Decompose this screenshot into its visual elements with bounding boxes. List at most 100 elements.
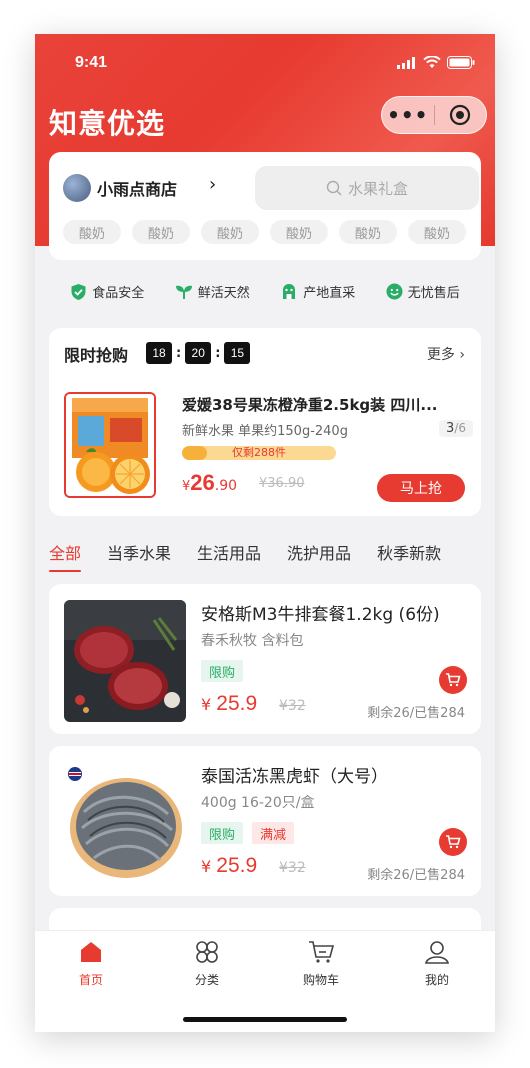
flash-price: ¥26.90 [182, 470, 237, 496]
flash-product-desc: 新鲜水果 单果约150g-240g [182, 424, 348, 439]
product-old-price: ¥32 [279, 698, 306, 714]
store-avatar[interactable] [63, 174, 91, 202]
app-title: 知意优选 [49, 107, 166, 140]
price-value: 25.9 [216, 692, 258, 715]
tab-all[interactable]: 全部 [49, 540, 82, 572]
feature-label: 鲜活天然 [197, 286, 250, 301]
wifi-icon [423, 56, 441, 68]
product-name[interactable]: 安格斯M3牛排套餐1.2kg (6份) [201, 600, 440, 625]
tab-autumn-new[interactable]: 秋季新款 [377, 540, 441, 564]
shield-check-icon [71, 283, 86, 300]
countdown-seconds: 15 [224, 342, 251, 364]
product-old-price: ¥32 [279, 860, 306, 876]
tab-toiletries[interactable]: 洗护用品 [287, 540, 351, 564]
orange-product-image[interactable] [64, 392, 156, 498]
countdown-separator: : [215, 345, 221, 361]
shrimp-product-image[interactable] [64, 762, 186, 884]
product-badges: 限购 [201, 660, 244, 682]
price-decimal: .90 [214, 478, 238, 494]
feature-label: 产地直采 [303, 286, 356, 301]
limit-badge: 限购 [201, 822, 244, 844]
store-card: 小雨点商店 › 水果礼盒 酸奶 酸奶 酸奶 酸奶 酸奶 酸奶 [49, 152, 481, 260]
tag-chip[interactable]: 酸奶 [339, 220, 397, 244]
flash-product-name[interactable]: 爱媛38号果冻橙净重2.5kg装 四川... [182, 394, 467, 415]
tag-chip[interactable]: 酸奶 [63, 220, 121, 244]
countdown-minutes: 20 [185, 342, 212, 364]
product-desc: 400g 16-20只/盒 [201, 795, 315, 811]
steak-illustration [64, 600, 186, 722]
shop-icon [283, 283, 296, 299]
more-link[interactable]: 更多 › [427, 344, 465, 364]
search-placeholder: 水果礼盒 [347, 179, 408, 198]
tab-daily-goods[interactable]: 生活用品 [197, 540, 261, 564]
status-bar: 9:41 [35, 34, 495, 94]
countdown-timer: 18 : 20 : 15 [146, 342, 251, 364]
search-icon [326, 180, 342, 196]
target-icon [450, 104, 471, 126]
signal-icon [397, 56, 415, 69]
tab-home[interactable]: 首页 [51, 939, 131, 988]
discount-badge: 满减 [252, 822, 295, 844]
product-name[interactable]: 泰国活冻黑虎虾（大号） [201, 762, 388, 787]
tab-me[interactable]: 我的 [397, 939, 477, 988]
tab-label: 首页 [78, 973, 103, 987]
status-icons [397, 56, 475, 69]
chevron-right-icon[interactable]: › [209, 174, 216, 195]
feature-label: 食品安全 [92, 286, 145, 301]
feature-aftersale: 无忧售后 [386, 282, 460, 301]
price-value: 25.9 [216, 854, 258, 877]
mini-program-capsule: ••• [381, 96, 487, 134]
cart-icon [309, 941, 335, 963]
tag-chip[interactable]: 酸奶 [270, 220, 328, 244]
tab-label: 购物车 [302, 973, 339, 987]
tag-chip[interactable]: 酸奶 [408, 220, 466, 244]
smile-icon [386, 283, 403, 300]
search-input[interactable]: 水果礼盒 [255, 166, 479, 210]
shrimp-illustration [64, 762, 186, 884]
feature-strip: 食品安全 鲜活天然 产地直采 无忧售后 [35, 282, 495, 301]
product-card[interactable]: 泰国活冻黑虎虾（大号） 400g 16-20只/盒 限购 满减 ¥ 25.9 ¥… [49, 746, 481, 896]
more-menu-button[interactable]: ••• [382, 96, 434, 134]
category-icon [196, 941, 218, 963]
tab-seasonal-fruit[interactable]: 当季水果 [107, 540, 171, 564]
tag-chip[interactable]: 酸奶 [132, 220, 190, 244]
countdown-hours: 18 [146, 342, 172, 364]
product-card[interactable]: 安格斯M3牛排套餐1.2kg (6份) 春禾秋牧 含料包 限购 ¥ 25.9 ¥… [49, 584, 481, 734]
product-price: ¥ 25.9 [201, 692, 257, 716]
chevron-right-icon: › [459, 347, 465, 363]
flash-sale-card: 限时抢购 18 : 20 : 15 更多 › 爱媛38号果冻橙净重2.5kg装 … [49, 328, 481, 516]
limit-badge: 限购 [201, 660, 244, 682]
add-to-cart-button[interactable] [439, 666, 467, 694]
product-desc: 春禾秋牧 含料包 [201, 633, 304, 649]
stock-progress-bar: 仅剩288件 [182, 446, 336, 460]
flash-old-price: ¥36.90 [259, 476, 305, 491]
cart-icon [446, 673, 461, 687]
price-integer: 26 [190, 470, 215, 495]
tag-chip[interactable]: 酸奶 [201, 220, 259, 244]
tab-cart[interactable]: 购物车 [281, 939, 361, 988]
close-capsule-button[interactable] [434, 104, 486, 126]
add-to-cart-button[interactable] [439, 828, 467, 856]
stock-total: /6 [454, 421, 466, 435]
user-icon [424, 941, 450, 964]
steak-product-image[interactable] [64, 600, 186, 722]
store-name[interactable]: 小雨点商店 [97, 176, 177, 200]
tag-list: 酸奶 酸奶 酸奶 酸奶 酸奶 酸奶 [63, 220, 466, 244]
feature-origin: 产地直采 [280, 282, 355, 301]
product-stock: 剩余26/已售284 [367, 706, 465, 721]
category-tabs: 全部 当季水果 生活用品 洗护用品 秋季新款 [49, 540, 441, 572]
product-badges: 限购 满减 [201, 822, 295, 844]
status-time: 9:41 [75, 54, 108, 71]
home-indicator [183, 1017, 347, 1022]
flash-stock-pager: 3/6 [439, 420, 473, 437]
feature-label: 无忧售后 [407, 286, 460, 301]
phone-screen: 9:41 知意优选 ••• 小雨点商店 › 水果礼盒 酸奶 酸奶 酸奶 酸奶 酸… [35, 34, 495, 1032]
buy-now-button[interactable]: 马上抢 [377, 474, 465, 502]
home-icon [81, 942, 101, 962]
price-symbol: ¥ [201, 857, 212, 876]
tab-label: 分类 [194, 973, 219, 987]
sprout-icon [175, 285, 192, 299]
flash-sale-title: 限时抢购 [64, 346, 129, 365]
feature-food-safety: 食品安全 [70, 282, 144, 301]
tab-category[interactable]: 分类 [167, 939, 247, 988]
